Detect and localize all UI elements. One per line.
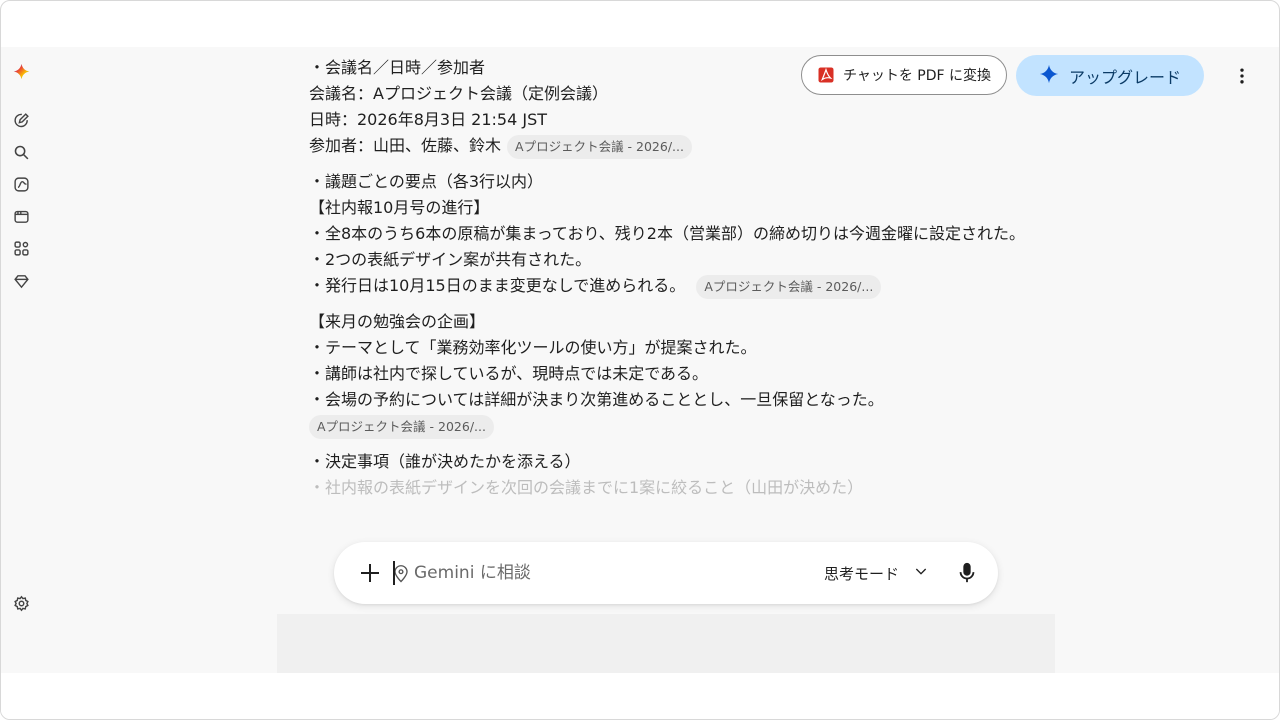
gemini-app: ・会議名／日時／参加者 会議名：Aプロジェクト会議（定例会議） 日時：2026年… xyxy=(1,47,1279,673)
chevron-down-icon xyxy=(913,563,929,583)
topic-heading: 【来月の勉強会の企画】 xyxy=(309,312,486,331)
prompt-input[interactable]: Gemini に相談 xyxy=(414,560,531,586)
new-chat-icon[interactable] xyxy=(11,110,31,130)
meeting-datetime: 日時：2026年8月3日 21:54 JST xyxy=(309,110,548,129)
pdf-icon xyxy=(817,66,835,84)
gemini-logo-icon[interactable] xyxy=(11,61,31,81)
model-mode-selector[interactable]: 思考モード xyxy=(824,561,929,585)
search-icon[interactable] xyxy=(11,142,31,162)
export-pdf-label: チャットを PDF に変換 xyxy=(842,68,992,84)
prompt-composer: Gemini に相談 思考モード xyxy=(334,542,998,604)
participants-text: 参加者：山田、佐藤、鈴木 xyxy=(309,136,502,155)
source-chip[interactable]: Aプロジェクト会議 - 2026/... xyxy=(507,134,692,159)
bullet-point: ・2つの表紙デザイン案が共有された。 xyxy=(309,250,592,269)
section-heading: ・決定事項（誰が決めたかを添える） xyxy=(309,452,581,471)
text-cursor xyxy=(393,561,395,585)
mode-label: 思考モード xyxy=(824,564,900,583)
export-pdf-button[interactable]: チャットを PDF に変換 xyxy=(801,55,1007,95)
settings-icon[interactable] xyxy=(11,593,31,613)
more-options-icon[interactable] xyxy=(1231,65,1253,87)
library-icon[interactable] xyxy=(11,206,31,226)
bullet-point: ・テーマとして「業務効率化ツールの使い方」が提案された。 xyxy=(309,338,757,357)
upgrade-label: アップグレード xyxy=(1068,67,1181,87)
bullet-point: ・会場の予約については詳細が決まり次第進めることとし、一旦保留となった。 xyxy=(309,390,884,409)
section-heading: ・議題ごとの要点（各3行以内） xyxy=(309,172,544,191)
footer-area xyxy=(277,614,1055,673)
bullet-point: ・講師は社内で探しているが、現時点では未定である。 xyxy=(309,364,709,383)
participants-line: 参加者：山田、佐藤、鈴木 Aプロジェクト会議 - 2026/... xyxy=(309,133,1029,159)
source-row: Aプロジェクト会議 - 2026/... xyxy=(309,413,1029,439)
saved-info-icon[interactable] xyxy=(11,271,31,291)
sparkle-icon xyxy=(1039,64,1059,88)
window-bottom xyxy=(1,673,1279,719)
chat-response: ・会議名／日時／参加者 会議名：Aプロジェクト会議（定例会議） 日時：2026年… xyxy=(309,55,1029,535)
source-chip[interactable]: Aプロジェクト会議 - 2026/... xyxy=(309,414,494,439)
bullet-point-with-source: ・発行日は10月15日のまま変更なしで進められる。 Aプロジェクト会議 - 20… xyxy=(309,273,1029,299)
bullet-point: ・発行日は10月15日のまま変更なしで進められる。 xyxy=(309,276,686,295)
gems-icon[interactable] xyxy=(11,174,31,194)
bullet-point: ・社内報の表紙デザインを次回の会議までに1案に絞ること（山田が決めた） xyxy=(309,478,864,497)
upgrade-button[interactable]: アップグレード xyxy=(1016,55,1204,96)
mic-icon[interactable] xyxy=(956,561,978,585)
apps-icon[interactable] xyxy=(11,238,31,258)
bullet-point: ・全8本のうち6本の原稿が集まっており、残り2本（営業部）の締め切りは今週金曜に… xyxy=(309,224,1025,243)
browser-frame: ・会議名／日時／参加者 会議名：Aプロジェクト会議（定例会議） 日時：2026年… xyxy=(0,0,1280,720)
source-chip[interactable]: Aプロジェクト会議 - 2026/... xyxy=(696,274,882,299)
topic-heading: 【社内報10月号の進行】 xyxy=(309,198,490,217)
sidebar xyxy=(1,47,41,673)
plus-icon[interactable] xyxy=(358,561,382,585)
